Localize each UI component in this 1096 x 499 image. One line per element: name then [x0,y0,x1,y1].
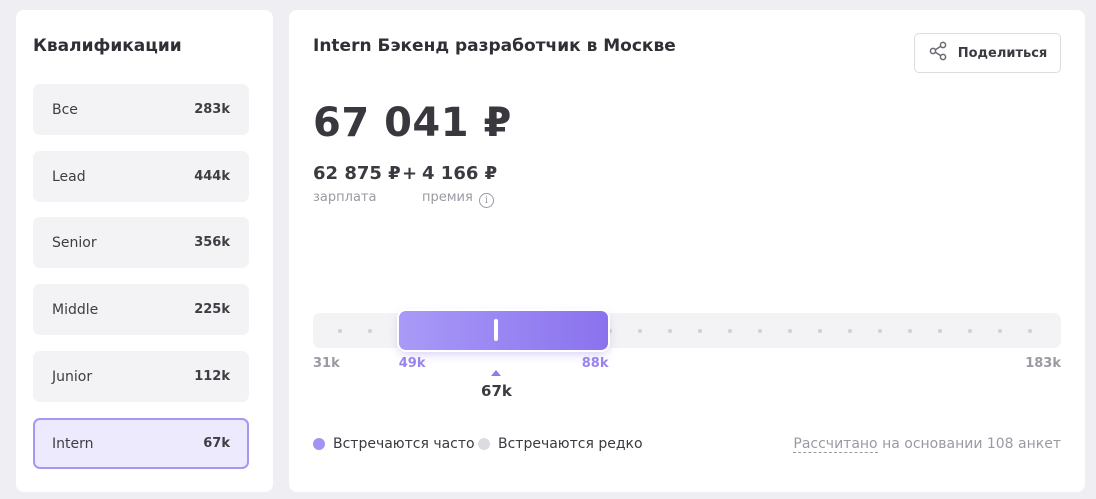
track-dot [338,329,342,333]
bonus-label: премия [422,190,473,205]
qualification-value: 444k [194,169,230,184]
qualification-item-senior[interactable]: Senior 356k [33,217,249,268]
qualification-value: 225k [194,302,230,317]
range-handle[interactable] [494,319,499,341]
track-dot [368,329,372,333]
median-label: 67k [481,382,512,400]
track-dot [698,329,702,333]
qualification-label: Intern [52,435,94,452]
median-marker-icon [491,370,502,376]
track-dot [878,329,882,333]
qualification-item-all[interactable]: Все 283k [33,84,249,135]
qualification-label: Senior [52,234,97,251]
bonus-caption: премия i [422,190,494,208]
calculation-link[interactable]: Рассчитано [793,436,878,453]
salary-range-track [313,311,1061,350]
qualifications-title: Квалификации [33,36,182,56]
total-salary: 67 041 ₽ [313,100,512,146]
plus-sign: + [402,163,418,184]
share-icon [928,41,948,65]
qualification-label: Все [52,101,78,118]
legend-rare-label: Встречаются редко [498,436,643,452]
range-max-label: 183k [1025,356,1061,371]
qualification-label: Middle [52,301,99,318]
track-dot [728,329,732,333]
info-icon[interactable]: i [478,193,494,208]
base-salary-label: зарплата [313,190,377,205]
qualification-item-lead[interactable]: Lead 444k [33,151,249,202]
legend-rare-dot [478,438,490,450]
qualification-item-middle[interactable]: Middle 225k [33,284,249,335]
track-dot [968,329,972,333]
track-dot [908,329,912,333]
legend-rare: Встречаются редко [478,436,643,452]
qualification-item-intern[interactable]: Intern 67k [33,418,249,469]
job-title: Intern Бэкенд разработчик в Москве [313,36,676,56]
range-low-label: 49k [398,356,426,371]
track-dot [1028,329,1032,333]
bonus-amount: 4 166 ₽ [422,163,498,184]
qualification-value: 67k [203,436,230,451]
track-dot [998,329,1002,333]
track-dot [848,329,852,333]
range-min-label: 31k [313,356,340,371]
qualification-label: Junior [52,368,93,385]
track-dot [788,329,792,333]
track-dot [818,329,822,333]
track-dot [638,329,642,333]
calculation-text: на основании 108 анкет [877,436,1061,452]
qualification-value: 112k [194,369,230,384]
track-dot [608,329,612,333]
calculation-note: Рассчитано на основании 108 анкет [793,436,1061,453]
legend-often-label: Встречаются часто [333,436,475,452]
range-high-label: 88k [581,356,609,371]
qualification-label: Lead [52,168,86,185]
salary-range-fill[interactable] [398,311,609,350]
share-label: Поделиться [957,45,1048,61]
track-dot [758,329,762,333]
qualification-value: 356k [194,235,230,250]
share-button[interactable]: Поделиться [914,33,1061,73]
qualification-value: 283k [194,102,230,117]
base-salary: 62 875 ₽ [313,163,401,184]
qualification-item-junior[interactable]: Junior 112k [33,351,249,402]
legend-often: Встречаются часто [313,436,475,452]
track-dot [668,329,672,333]
legend-often-dot [313,438,325,450]
salary-panel: Intern Бэкенд разработчик в Москве Подел… [289,10,1085,492]
track-dot [938,329,942,333]
qualifications-panel: Квалификации Все 283k Lead 444k Senior 3… [16,10,273,492]
